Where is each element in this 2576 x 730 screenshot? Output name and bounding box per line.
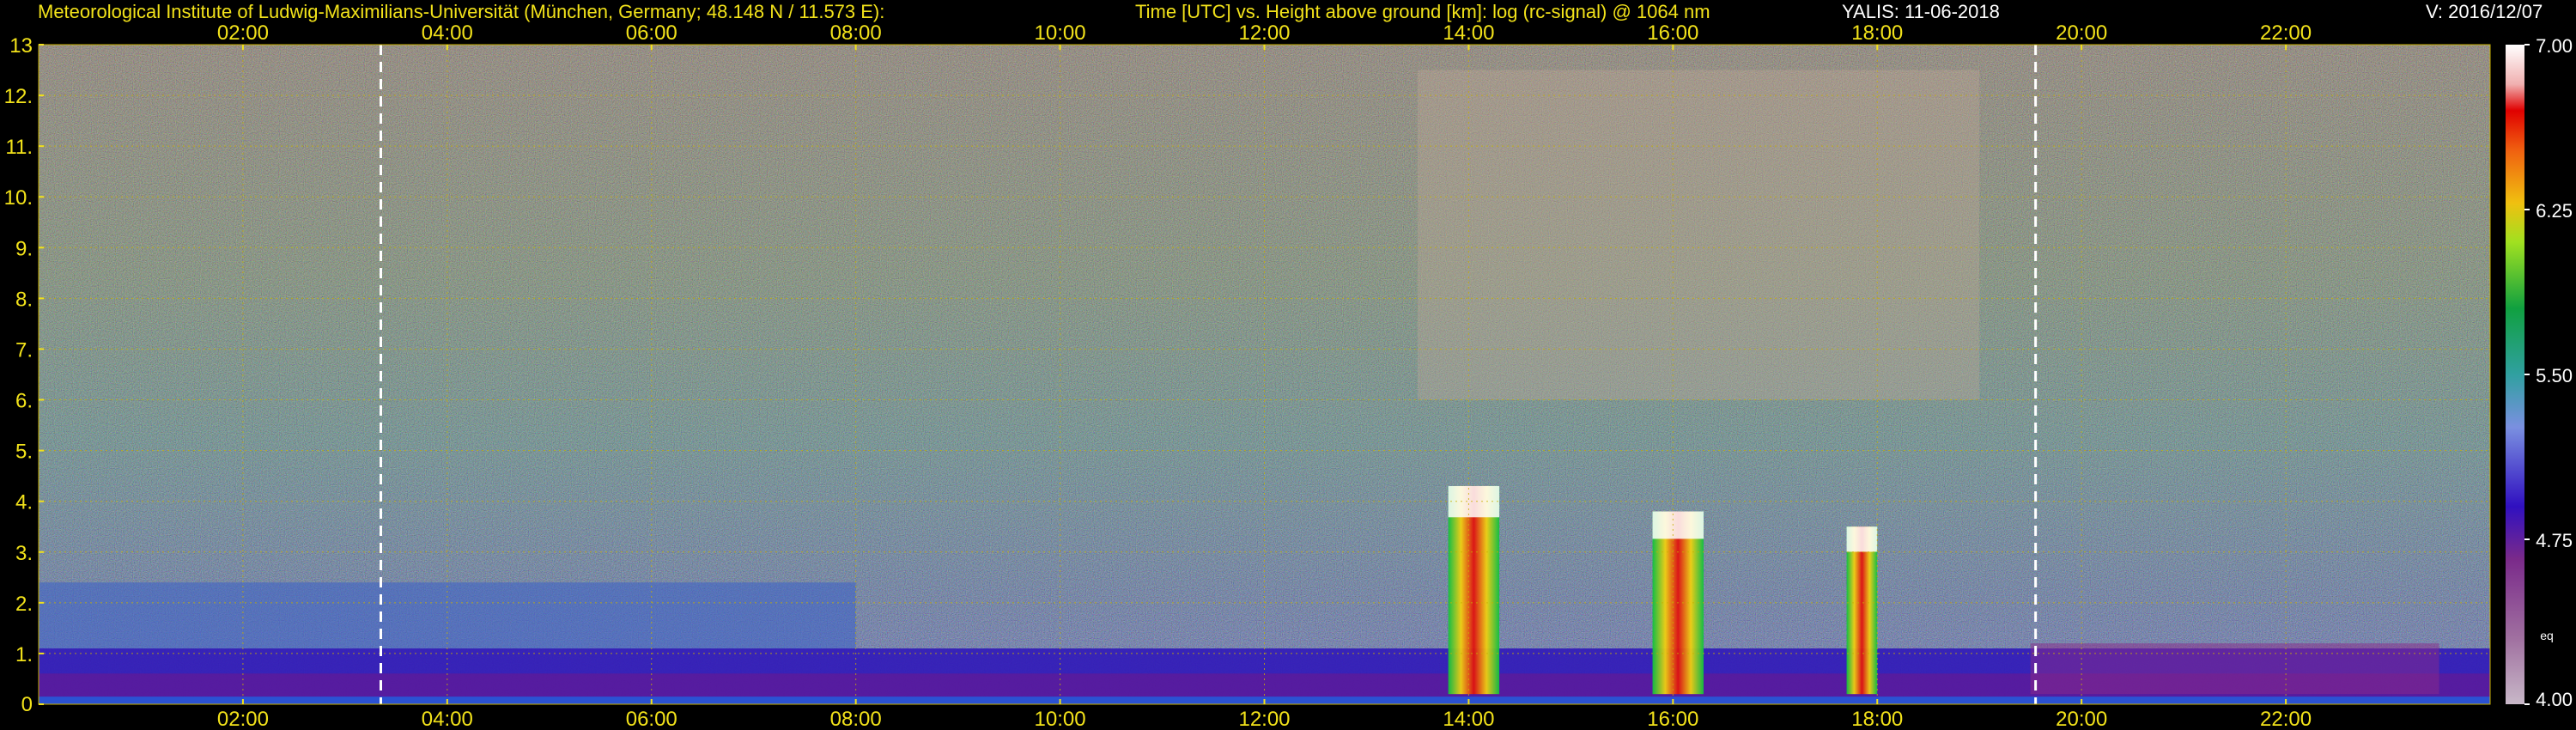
- colorbar-tick-label: 6.25: [2536, 200, 2573, 222]
- y-tick-label: 0: [21, 693, 33, 716]
- x-tick-label-bottom: 06:00: [626, 708, 677, 730]
- colorbar-tick-label: 4.00: [2536, 689, 2573, 710]
- x-tick-label-top: 12:00: [1238, 21, 1290, 45]
- feature-cirrus: [1417, 70, 1980, 400]
- y-tick-label: 13: [9, 34, 33, 58]
- x-tick-label-bottom: 02:00: [217, 708, 269, 730]
- x-tick-label-bottom: 16:00: [1647, 708, 1698, 730]
- feature-cloud-column: [1448, 485, 1500, 695]
- colorbar-scale: [2506, 45, 2524, 704]
- x-tick-label-bottom: 10:00: [1035, 708, 1086, 730]
- x-tick-label-top: 20:00: [2056, 21, 2107, 45]
- colorbar: 4.00 4.75 5.50 6.25 7.00 eq: [2506, 35, 2573, 710]
- x-tick-label-bottom: 20:00: [2056, 708, 2107, 730]
- y-tick-label: 2.: [15, 593, 33, 616]
- lidar-chart: 02:00 02:00 04:00 04:00 06:00 06:00 08:00 08:00…: [4, 21, 2573, 730]
- y-tick-label: 11.: [5, 136, 33, 159]
- colorbar-tick-label: 4.75: [2536, 530, 2573, 551]
- feature-cloud-top: [1652, 511, 1704, 539]
- y-tick-label: 12.: [4, 85, 33, 108]
- y-tick-label: 5.: [15, 441, 33, 464]
- x-tick-label-top: 16:00: [1647, 21, 1698, 45]
- x-tick-label-top: 10:00: [1035, 21, 1086, 45]
- feature-aerosol-layer: [2030, 643, 2439, 695]
- x-tick-label-bottom: 18:00: [1851, 708, 1903, 730]
- colorbar-small-label: eq: [2540, 629, 2554, 642]
- y-tick-label: 1.: [15, 643, 33, 666]
- x-tick-label-top: 06:00: [626, 21, 677, 45]
- x-tick-label-top: 18:00: [1851, 21, 1903, 45]
- y-tick-label: 3.: [15, 542, 33, 565]
- y-tick-label: 8.: [15, 288, 33, 311]
- x-tick-label-top: 08:00: [830, 21, 882, 45]
- x-tick-label-top: 14:00: [1443, 21, 1494, 45]
- feature-cloud-top: [1846, 526, 1878, 552]
- x-tick-label-top: 22:00: [2260, 21, 2312, 45]
- y-tick-label: 6.: [15, 390, 33, 413]
- x-tick-label-bottom: 08:00: [830, 708, 882, 730]
- y-tick-label: 10.: [4, 186, 33, 210]
- y-tick-label: 7.: [15, 338, 33, 362]
- x-tick-label-bottom: 22:00: [2260, 708, 2312, 730]
- x-tick-label-bottom: 12:00: [1238, 708, 1290, 730]
- colorbar-tick-label: 5.50: [2536, 365, 2573, 386]
- x-tick-label-top: 02:00: [217, 21, 269, 45]
- y-tick-label: 9.: [15, 237, 33, 260]
- colorbar-tick-label: 7.00: [2536, 35, 2573, 57]
- x-tick-label-top: 04:00: [422, 21, 473, 45]
- y-tick-label: 4.: [15, 491, 33, 514]
- x-tick-label-bottom: 04:00: [422, 708, 473, 730]
- x-tick-label-bottom: 14:00: [1443, 708, 1494, 730]
